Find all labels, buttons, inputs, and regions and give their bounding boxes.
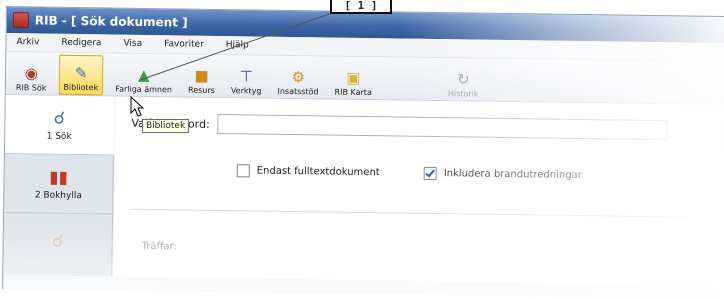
callout-label: [ 1 ] <box>330 0 392 14</box>
callout-leader-line <box>139 11 336 81</box>
